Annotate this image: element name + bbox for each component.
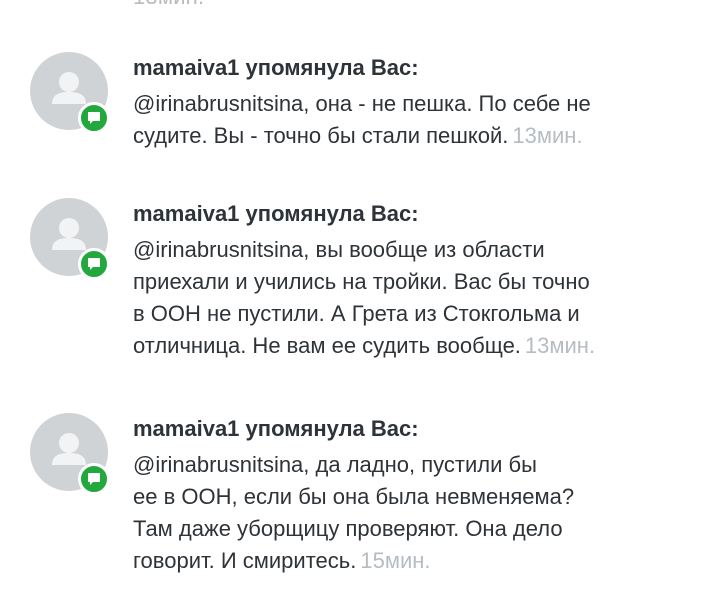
notification-header: mamaiva1 упомянула Вас: [133, 413, 673, 445]
message-line: @irinabrusnitsina, да ладно, пустили бы [133, 452, 537, 477]
notification-message: @irinabrusnitsina, да ладно, пустили бы … [133, 449, 673, 577]
user-avatar[interactable] [30, 413, 110, 495]
message-line: Там даже уборщицу проверяют. Она дело [133, 516, 563, 541]
message-line: в ООН не пустили. А Грета из Стокгольма … [133, 301, 580, 326]
timestamp: 15мин. [360, 548, 431, 573]
message-line: судите. Вы - точно бы стали пешкой. [133, 123, 509, 148]
notification-message: @irinabrusnitsina, она - не пешка. По се… [133, 88, 673, 152]
username-link[interactable]: mamaiva1 [133, 55, 239, 80]
comment-icon [78, 102, 110, 134]
message-line: приехали и учились на тройки. Вас бы точ… [133, 269, 590, 294]
action-text: упомянула Вас: [245, 416, 419, 441]
comment-icon [78, 463, 110, 495]
message-line: отличница. Не вам ее судить вообще. [133, 333, 521, 358]
notification-content: mamaiva1 упомянула Вас: @irinabrusnitsin… [133, 52, 673, 152]
message-line: ее в ООН, если бы она была невменяема? [133, 484, 575, 509]
notification-header: mamaiva1 упомянула Вас: [133, 52, 673, 84]
message-line: @irinabrusnitsina, вы вообще из области [133, 237, 545, 262]
message-line: говорит. И смиритесь. [133, 548, 357, 573]
comment-icon [78, 248, 110, 280]
timestamp: 13мин. [512, 123, 583, 148]
partial-time-label: 13мин. [133, 0, 204, 10]
timestamp: 13мин. [524, 333, 596, 358]
username-link[interactable]: mamaiva1 [133, 201, 239, 226]
notification-message: @irinabrusnitsina, вы вообще из области … [133, 234, 673, 362]
notification-content: mamaiva1 упомянула Вас: @irinabrusnitsin… [133, 198, 673, 362]
user-avatar[interactable] [30, 52, 110, 134]
action-text: упомянула Вас: [245, 201, 419, 226]
user-avatar[interactable] [30, 198, 110, 280]
notification-content: mamaiva1 упомянула Вас: @irinabrusnitsin… [133, 413, 673, 577]
notification-header: mamaiva1 упомянула Вас: [133, 198, 673, 230]
action-text: упомянула Вас: [245, 55, 419, 80]
username-link[interactable]: mamaiva1 [133, 416, 239, 441]
message-line: @irinabrusnitsina, она - не пешка. По се… [133, 91, 591, 116]
